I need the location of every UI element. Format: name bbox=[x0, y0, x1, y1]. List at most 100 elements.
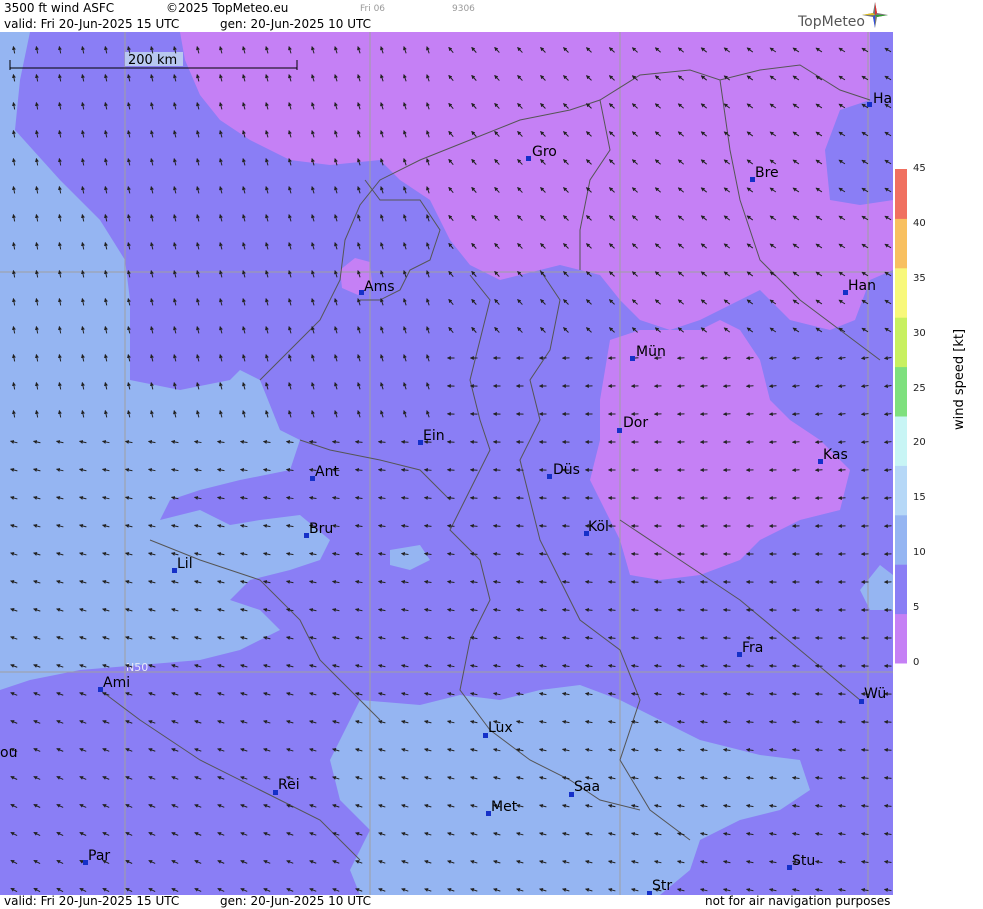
wind-arrow bbox=[584, 551, 593, 556]
brand-star-icon bbox=[862, 2, 888, 28]
generated-time: gen: 20-Jun-2025 10 UTC bbox=[220, 17, 372, 31]
svg-text:Han: Han bbox=[848, 278, 876, 294]
svg-text:Bru: Bru bbox=[309, 521, 333, 537]
legend-color-band bbox=[895, 564, 907, 615]
wind-arrow bbox=[768, 384, 777, 389]
city-met[interactable]: Met bbox=[486, 799, 518, 816]
svg-text:Met: Met bbox=[491, 799, 518, 815]
run-label: Fri 06 bbox=[360, 4, 386, 14]
wind-arrow bbox=[676, 607, 685, 612]
wind-arrow bbox=[469, 495, 478, 500]
city-koel[interactable]: Köl bbox=[584, 519, 609, 536]
wind-arrow bbox=[561, 551, 570, 556]
wind-arrow bbox=[883, 747, 892, 752]
svg-text:Str: Str bbox=[652, 878, 672, 894]
wind-arrow bbox=[699, 635, 708, 640]
wind-arrow bbox=[860, 747, 869, 752]
latitude-label: N50 bbox=[126, 661, 148, 674]
city-bre[interactable]: Bre bbox=[750, 165, 779, 182]
svg-text:Gro: Gro bbox=[532, 144, 557, 160]
legend-tick-label: 0 bbox=[913, 657, 920, 668]
wind-arrow bbox=[791, 719, 800, 724]
wind-arrow bbox=[883, 775, 892, 780]
svg-text:Ha: Ha bbox=[873, 91, 892, 107]
wind-map[interactable]: 200 km N50 Ha Gro Bre Ams Han Mün Dor Ei… bbox=[0, 32, 893, 895]
svg-text:Ams: Ams bbox=[364, 279, 395, 295]
wind-arrow bbox=[377, 439, 386, 444]
footer-generated-time: gen: 20-Jun-2025 10 UTC bbox=[220, 894, 372, 908]
brand-logo-text: TopMeteo bbox=[798, 14, 865, 30]
wind-arrow bbox=[653, 607, 662, 612]
city-muen[interactable]: Mün bbox=[630, 344, 666, 361]
wind-arrow bbox=[722, 635, 731, 640]
city-ant[interactable]: Ant bbox=[310, 464, 339, 481]
wind-arrow bbox=[607, 579, 616, 584]
copyright-text: ©2025 TopMeteo.eu bbox=[166, 1, 289, 15]
scale-label: 200 km bbox=[128, 53, 177, 68]
legend-tick-label: 40 bbox=[913, 217, 926, 229]
wind-arrow bbox=[446, 467, 455, 472]
svg-text:Ami: Ami bbox=[103, 675, 130, 691]
wind-arrow bbox=[791, 412, 800, 417]
wind-arrow bbox=[699, 663, 708, 668]
wind-arrow bbox=[630, 579, 639, 584]
wind-arrow bbox=[492, 523, 501, 528]
header-bar: 3500 ft wind ASFC ©2025 TopMeteo.eu Fri … bbox=[0, 0, 893, 32]
city-kas[interactable]: Kas bbox=[818, 447, 848, 464]
map-title: 3500 ft wind ASFC bbox=[4, 1, 115, 15]
city-par[interactable]: Par bbox=[83, 848, 110, 865]
city-lux[interactable]: Lux bbox=[483, 720, 513, 738]
legend-color-band bbox=[895, 613, 907, 664]
wind-arrow bbox=[860, 440, 869, 445]
legend-panel: 45 40 35 30 25 20 15 10 5 0 bbox=[893, 0, 983, 909]
wind-arrow bbox=[354, 439, 363, 444]
city-ou[interactable]: ou bbox=[0, 745, 17, 761]
svg-text:Par: Par bbox=[88, 848, 110, 864]
city-stu[interactable]: Stu bbox=[787, 853, 815, 870]
legend-tick-label: 5 bbox=[913, 602, 920, 614]
svg-text:Fra: Fra bbox=[742, 640, 763, 656]
city-bru[interactable]: Bru bbox=[304, 521, 333, 538]
svg-text:Ant: Ant bbox=[315, 464, 339, 480]
footer-valid-time: valid: Fri 20-Jun-2025 15 UTC bbox=[4, 894, 180, 908]
city-wue[interactable]: Wü bbox=[859, 686, 886, 704]
wind-arrow bbox=[676, 356, 685, 361]
svg-text:Saa: Saa bbox=[574, 779, 600, 795]
city-saa[interactable]: Saa bbox=[569, 779, 600, 797]
wind-arrow bbox=[722, 663, 731, 668]
legend-tick-label: 15 bbox=[913, 492, 926, 504]
footer-disclaimer: not for air navigation purposes bbox=[705, 894, 891, 908]
svg-text:Düs: Düs bbox=[553, 462, 580, 478]
svg-text:ou: ou bbox=[0, 745, 17, 761]
wind-arrow bbox=[768, 691, 777, 696]
wind-arrow bbox=[814, 691, 823, 696]
legend-color-band bbox=[895, 366, 907, 417]
valid-time: valid: Fri 20-Jun-2025 15 UTC bbox=[4, 17, 180, 31]
legend-color-band bbox=[895, 267, 907, 318]
wind-arrow bbox=[791, 691, 800, 696]
wind-arrow bbox=[400, 439, 409, 444]
legend-color-band bbox=[895, 317, 907, 368]
wind-arrow bbox=[538, 523, 547, 528]
wind-arrow bbox=[492, 495, 501, 500]
legend-title: wind speed [kt] bbox=[952, 328, 967, 430]
svg-text:Wü: Wü bbox=[864, 686, 886, 702]
wind-arrow bbox=[883, 496, 892, 501]
wind-arrow bbox=[469, 467, 478, 472]
legend-color-band bbox=[895, 169, 907, 219]
wind-arrow bbox=[860, 468, 869, 473]
city-ams[interactable]: Ams bbox=[359, 279, 395, 295]
wind-arrow bbox=[768, 412, 777, 417]
legend-tick-label: 35 bbox=[913, 272, 926, 284]
wind-arrow bbox=[423, 467, 432, 472]
city-ami[interactable]: Ami bbox=[98, 675, 130, 692]
svg-text:Bre: Bre bbox=[755, 165, 779, 181]
wind-arrow bbox=[446, 495, 455, 500]
legend-color-band bbox=[895, 218, 907, 269]
city-han[interactable]: Han bbox=[843, 278, 876, 295]
svg-text:Lux: Lux bbox=[488, 720, 513, 736]
wind-arrow bbox=[768, 663, 777, 668]
legend-tick-label: 20 bbox=[913, 437, 926, 449]
legend-color-band bbox=[895, 416, 907, 466]
wind-arrow bbox=[722, 384, 731, 389]
